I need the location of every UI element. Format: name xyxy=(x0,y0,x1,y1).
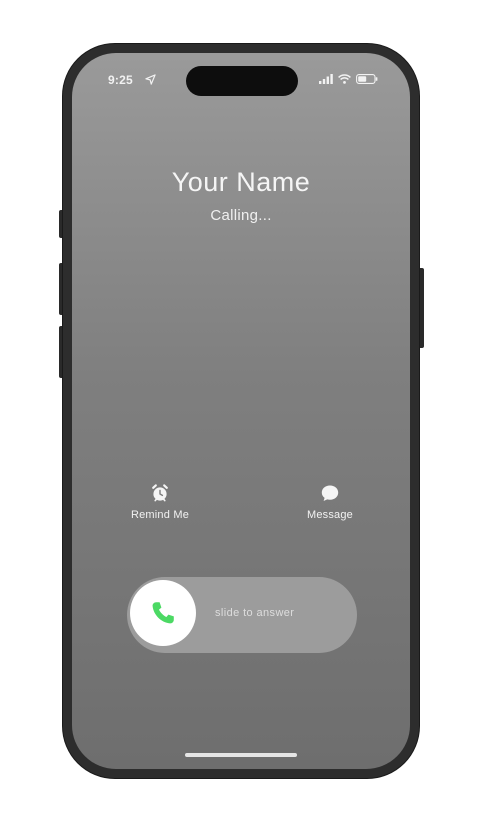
battery-icon xyxy=(356,74,378,84)
device-mockup: 9:25 Your Name Calling... Remind Me Mess… xyxy=(0,0,489,835)
slide-to-answer-track[interactable]: slide to answer xyxy=(127,577,357,653)
message-button[interactable]: Message xyxy=(285,483,375,521)
dynamic-island xyxy=(186,66,298,96)
message-bubble-icon xyxy=(321,485,339,501)
remind-me-button[interactable]: Remind Me xyxy=(115,483,205,521)
answer-slider-knob[interactable] xyxy=(130,580,196,646)
status-time: 9:25 xyxy=(108,73,133,87)
caller-name: Your Name xyxy=(171,167,311,197)
wifi-icon xyxy=(338,74,351,84)
cellular-signal-icon xyxy=(319,74,333,84)
location-arrow-icon xyxy=(145,74,156,85)
message-label: Message xyxy=(306,509,354,521)
slide-to-answer-text: slide to answer xyxy=(215,607,295,619)
phone-icon xyxy=(152,602,174,624)
call-status-text: Calling... xyxy=(210,207,272,224)
incoming-call-screen: 9:25 Your Name Calling... Remind Me Mess… xyxy=(72,53,410,769)
remind-me-label: Remind Me xyxy=(130,509,190,521)
alarm-clock-icon xyxy=(152,484,168,502)
home-indicator[interactable] xyxy=(185,753,297,757)
phone-frame: 9:25 Your Name Calling... Remind Me Mess… xyxy=(63,44,419,778)
status-indicators xyxy=(319,74,378,84)
